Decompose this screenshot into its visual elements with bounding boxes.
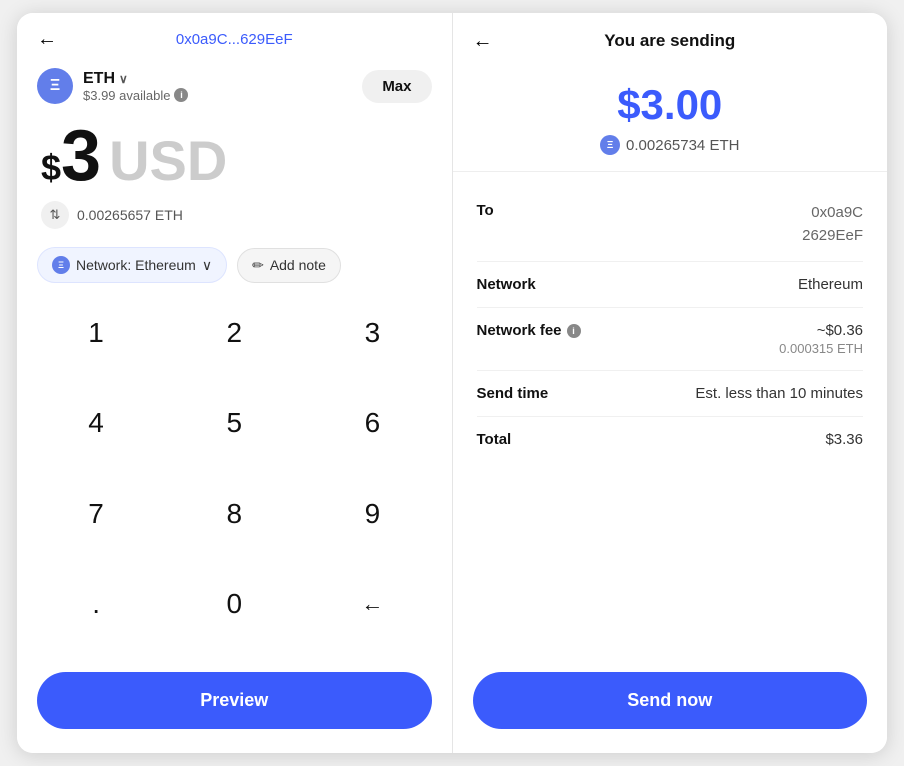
max-button[interactable]: Max [362, 70, 431, 103]
num-key-7[interactable]: 7 [27, 480, 165, 548]
preview-btn-wrap: Preview [17, 660, 452, 753]
add-note-button[interactable]: ✏ Add note [237, 248, 341, 283]
send-big-amount: $3.00 [617, 81, 722, 129]
send-amount-section: $3.00 Ξ 0.00265734 ETH [453, 61, 888, 172]
fee-row: Network fee i ~$0.36 0.000315 ETH [477, 308, 864, 371]
preview-button[interactable]: Preview [37, 672, 432, 729]
amount-currency: USD [109, 128, 227, 193]
eth-equiv-row: ⇅ 0.00265657 ETH [17, 197, 452, 237]
token-available: $3.99 available i [83, 88, 188, 103]
send-eth-amount: 0.00265734 ETH [626, 137, 739, 154]
num-key-3[interactable]: 3 [303, 299, 441, 367]
num-key-0[interactable]: 0 [165, 570, 303, 638]
num-key-8[interactable]: 8 [165, 480, 303, 548]
send-btn-wrap: Send now [453, 660, 888, 753]
token-details: ETH ∨ $3.99 available i [83, 70, 188, 103]
eth-amount-text: 0.00265657 ETH [77, 207, 183, 223]
details-section: To 0x0a9C 2629EeF Network Ethereum Netwo… [453, 172, 888, 660]
send-time-label: Send time [477, 385, 549, 402]
total-label: Total [477, 431, 512, 448]
token-chevron-icon: ∨ [119, 72, 128, 86]
to-row: To 0x0a9C 2629EeF [477, 188, 864, 262]
num-key-4[interactable]: 4 [27, 389, 165, 457]
add-note-label: Add note [270, 257, 326, 273]
send-now-button[interactable]: Send now [473, 672, 868, 729]
to-address: 0x0a9C 2629EeF [802, 202, 863, 247]
send-eth-icon: Ξ [600, 135, 620, 155]
num-key-9[interactable]: 9 [303, 480, 441, 548]
fee-value: ~$0.36 [779, 322, 863, 339]
token-info[interactable]: Ξ ETH ∨ $3.99 available i [37, 68, 188, 104]
left-panel: ← 0x0a9C...629EeF Ξ ETH ∨ $3.99 availabl… [17, 13, 453, 753]
send-time-value: Est. less than 10 minutes [695, 385, 863, 402]
numpad: 123 456 789.0← [17, 299, 452, 660]
to-label: To [477, 202, 494, 219]
pencil-icon: ✏ [252, 257, 264, 274]
swap-icon[interactable]: ⇅ [41, 201, 69, 229]
right-header: ← You are sending [453, 13, 888, 61]
send-time-row: Send time Est. less than 10 minutes [477, 371, 864, 417]
total-row: Total $3.36 [477, 417, 864, 462]
eth-token-icon: Ξ [37, 68, 73, 104]
num-key-5[interactable]: 5 [165, 389, 303, 457]
token-row: Ξ ETH ∨ $3.99 available i Max [17, 58, 452, 110]
network-button[interactable]: Ξ Network: Ethereum ∨ [37, 247, 227, 283]
left-back-button[interactable]: ← [37, 28, 57, 51]
fee-value-group: ~$0.36 0.000315 ETH [779, 322, 863, 356]
total-value: $3.36 [825, 431, 863, 448]
num-key-.[interactable]: . [27, 570, 165, 638]
fee-eth-value: 0.000315 ETH [779, 341, 863, 356]
send-eth-row: Ξ 0.00265734 ETH [600, 135, 739, 155]
wallet-address: 0x0a9C...629EeF [176, 31, 293, 48]
to-address-line1: 0x0a9C [802, 202, 863, 225]
amount-number: 3 [61, 120, 101, 192]
num-key-1[interactable]: 1 [27, 299, 165, 367]
dollar-sign: $ [41, 147, 61, 189]
num-key-6[interactable]: 6 [303, 389, 441, 457]
token-name[interactable]: ETH ∨ [83, 70, 188, 88]
network-chevron-icon: ∨ [202, 257, 212, 274]
network-label: Network: Ethereum [76, 257, 196, 273]
backspace-key[interactable]: ← [303, 570, 441, 638]
amount-display: $ 3 USD [17, 110, 452, 197]
right-panel: ← You are sending $3.00 Ξ 0.00265734 ETH… [453, 13, 888, 753]
action-row: Ξ Network: Ethereum ∨ ✏ Add note [17, 237, 452, 299]
network-eth-icon: Ξ [52, 256, 70, 274]
to-address-line2: 2629EeF [802, 225, 863, 248]
num-key-2[interactable]: 2 [165, 299, 303, 367]
fee-info-icon: i [567, 324, 581, 338]
fee-label: Network fee i [477, 322, 581, 339]
network-detail-value: Ethereum [798, 276, 863, 293]
network-row: Network Ethereum [477, 262, 864, 308]
left-header: ← 0x0a9C...629EeF [17, 13, 452, 58]
network-detail-label: Network [477, 276, 536, 293]
info-icon: i [174, 88, 188, 102]
right-back-button[interactable]: ← [473, 30, 493, 53]
right-header-title: You are sending [604, 31, 735, 51]
